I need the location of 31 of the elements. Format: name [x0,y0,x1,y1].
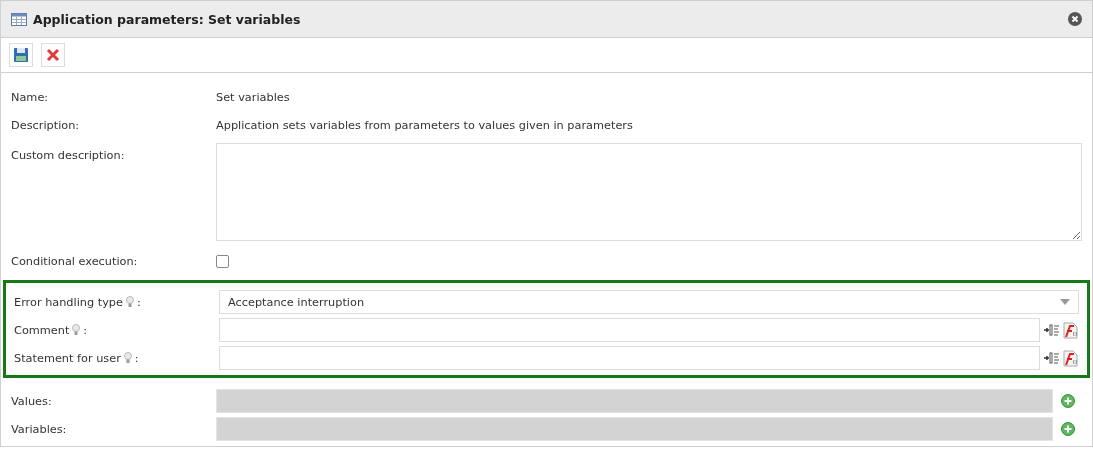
field-label: Variables: [11,422,67,436]
label-colon: : [137,295,141,309]
insert-list-icon[interactable] [1044,323,1060,337]
save-button[interactable] [9,43,33,67]
close-icon[interactable] [1068,12,1082,26]
add-icon[interactable] [1061,422,1075,436]
select-field[interactable]: Acceptance interruption [219,290,1079,314]
field-label: Custom description: [11,149,125,162]
table-icon [11,12,27,26]
field-value: Application sets variables from parameters to values given in parameters [216,118,633,132]
window-title: Application parameters: Set variables [33,11,302,27]
cross-icon [46,48,60,62]
function-icon[interactable] [1062,349,1079,367]
checkbox[interactable] [216,254,229,268]
label-colon: : [83,323,88,337]
insert-list-icon[interactable] [1044,351,1060,365]
dropdown-caret-icon[interactable] [1060,299,1070,305]
field-label: Name: [11,90,49,104]
label-colon: : [134,351,139,365]
cancel-button[interactable] [41,43,65,67]
field-value: Set variables [216,90,290,104]
field-label: Description: [11,118,80,132]
add-icon[interactable] [1061,394,1075,408]
field-label: Error handling type [14,295,123,309]
field-label: Comment [14,323,70,337]
function-icon[interactable] [1062,321,1079,339]
field-label: Values: [11,394,52,408]
field-label: Statement for user [14,351,121,365]
input-field[interactable] [219,318,1040,342]
input-field[interactable] [219,346,1040,370]
field-label: Conditional execution: [11,254,138,268]
